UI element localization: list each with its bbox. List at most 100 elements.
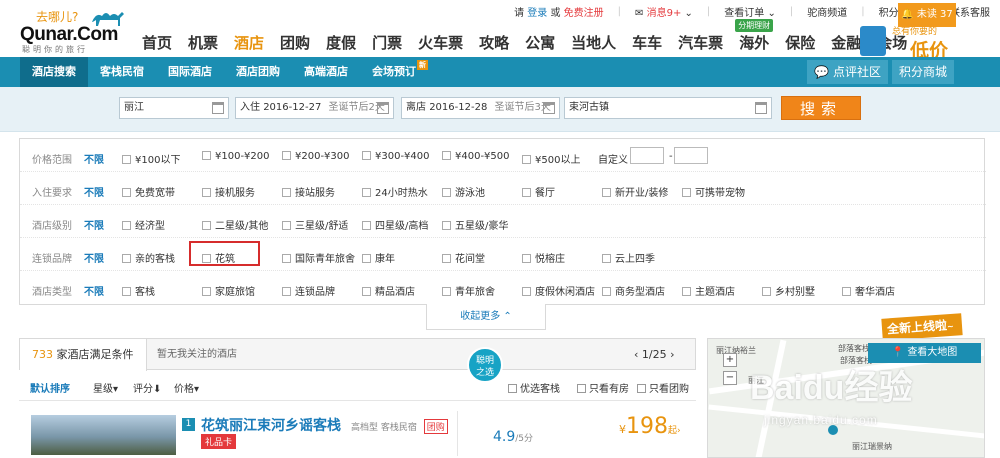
filter-option[interactable]: 可携带宠物 — [682, 184, 745, 199]
filter-option[interactable]: 新开业/装修 — [602, 184, 668, 199]
filter-option[interactable]: 康年 — [362, 250, 395, 265]
checkbox[interactable] — [602, 287, 611, 296]
nav-item-cars[interactable]: 车车 — [624, 32, 670, 53]
checkbox[interactable] — [362, 254, 371, 263]
filter-option[interactable]: 客栈 — [122, 283, 155, 298]
hotel-name-link[interactable]: 花筑丽江束河乡谣客栈 — [201, 415, 341, 435]
checkbox[interactable] — [602, 254, 611, 263]
filter-option[interactable]: 经济型 — [122, 217, 165, 232]
checkin-input[interactable]: 入住 2016-12-27 圣诞节后2天 — [235, 97, 394, 119]
filter-unlimited[interactable]: 不限 — [84, 217, 104, 232]
nav-item-groupbuy[interactable]: 团购 — [272, 32, 318, 53]
filter-option[interactable]: ¥100-¥200 — [202, 151, 270, 162]
checkbox[interactable] — [202, 221, 211, 230]
checkbox[interactable] — [282, 188, 291, 197]
checkbox[interactable] — [442, 221, 451, 230]
chevron-left-icon[interactable]: ‹ — [634, 348, 638, 361]
checkbox[interactable] — [522, 287, 531, 296]
filter-option[interactable]: 度假休闲酒店 — [522, 283, 595, 298]
merchant-link[interactable]: 驼商频道 — [807, 4, 847, 19]
checkbox[interactable] — [522, 188, 531, 197]
filter-option[interactable]: 云上四季 — [602, 250, 655, 265]
checkbox[interactable] — [362, 188, 371, 197]
filter-option[interactable]: 青年旅舍 — [442, 283, 495, 298]
login-link[interactable]: 登录 — [527, 8, 547, 19]
search-button[interactable]: 搜索 — [781, 96, 861, 120]
keyword-input[interactable]: 束河古镇 — [564, 97, 772, 119]
filter-option[interactable]: 五星级/豪华 — [442, 217, 508, 232]
checkbox[interactable] — [362, 221, 371, 230]
checkbox[interactable] — [522, 155, 531, 164]
zoom-out-icon[interactable]: − — [723, 371, 737, 385]
check-groupbuy-only[interactable]: 只看团购 — [637, 380, 689, 395]
checkbox[interactable] — [202, 188, 211, 197]
qunar-logo[interactable]: 去哪儿? Qunar.Com 聪明你的旅行 — [20, 8, 130, 54]
filter-option[interactable]: ¥300-¥400 — [362, 151, 430, 162]
filter-option[interactable]: 游泳池 — [442, 184, 485, 199]
filter-unlimited[interactable]: 不限 — [84, 184, 104, 199]
filter-option[interactable]: 接站服务 — [282, 184, 335, 199]
checkbox[interactable] — [442, 254, 451, 263]
nav-item-guides[interactable]: 攻略 — [471, 32, 517, 53]
subnav-tab-groupbuy[interactable]: 酒店团购 — [224, 57, 292, 87]
checkbox[interactable] — [682, 287, 691, 296]
checkbox[interactable] — [637, 384, 646, 393]
filter-option[interactable]: ¥100以下 — [122, 151, 180, 166]
filter-option[interactable]: 三星级/舒适 — [282, 217, 348, 232]
filter-unlimited[interactable]: 不限 — [84, 151, 104, 166]
checkbox[interactable] — [442, 188, 451, 197]
filter-option[interactable]: 24小时热水 — [362, 184, 428, 199]
checkbox[interactable] — [202, 151, 211, 160]
checkbox[interactable] — [282, 221, 291, 230]
checkbox[interactable] — [122, 287, 131, 296]
city-input[interactable]: 丽江 — [119, 97, 229, 119]
checkbox[interactable] — [442, 151, 451, 160]
checkbox[interactable] — [122, 254, 131, 263]
filter-option[interactable]: 接机服务 — [202, 184, 255, 199]
messages-menu[interactable]: ✉ 消息9+ ⌄ — [635, 4, 693, 19]
checkbox[interactable] — [122, 188, 131, 197]
sort-star[interactable]: 星级▾ — [93, 380, 118, 395]
filter-option[interactable]: 亲的客栈 — [122, 250, 175, 265]
zoom-in-icon[interactable]: + — [723, 353, 737, 367]
checkbox[interactable] — [602, 188, 611, 197]
checkbox[interactable] — [577, 384, 586, 393]
comment-community-button[interactable]: 💬 点评社区 — [807, 60, 888, 84]
filter-option[interactable]: 乡村别墅 — [762, 283, 815, 298]
points-mall-button[interactable]: 积分商城 — [891, 60, 954, 84]
filter-option[interactable]: 花间堂 — [442, 250, 485, 265]
checkbox[interactable] — [282, 151, 291, 160]
filter-option[interactable]: 奢华酒店 — [842, 283, 895, 298]
nav-item-bus[interactable]: 汽车票 — [670, 32, 731, 53]
filter-option[interactable]: ¥200-¥300 — [282, 151, 350, 162]
checkbox[interactable] — [122, 155, 131, 164]
subnav-tab-luxury[interactable]: 高端酒店 — [292, 57, 360, 87]
checkbox[interactable] — [282, 287, 291, 296]
subnav-tab-inns[interactable]: 客栈民宿 — [88, 57, 156, 87]
filter-option[interactable]: 家庭旅馆 — [202, 283, 255, 298]
nav-item-hotels[interactable]: 酒店 — [226, 32, 272, 53]
checkbox[interactable] — [442, 287, 451, 296]
chevron-right-icon[interactable]: › — [670, 348, 674, 361]
subnav-tab-international[interactable]: 国际酒店 — [156, 57, 224, 87]
checkbox[interactable] — [842, 287, 851, 296]
register-link[interactable]: 免费注册 — [564, 8, 604, 19]
check-preferred-inn[interactable]: 优选客栈 — [508, 380, 560, 395]
collapse-more-button[interactable]: 收起更多 ⌃ — [426, 304, 546, 330]
checkbox[interactable] — [682, 188, 691, 197]
nav-item-tickets[interactable]: 门票 — [364, 32, 410, 53]
custom-price-max-input[interactable] — [674, 147, 708, 164]
filter-option[interactable]: 商务型酒店 — [602, 283, 665, 298]
nav-item-locals[interactable]: 当地人 — [563, 32, 624, 53]
contact-link[interactable]: 联系客服 — [950, 4, 990, 19]
filter-option[interactable]: 国际青年旅舍 — [282, 250, 355, 265]
filter-option[interactable]: ¥400-¥500 — [442, 151, 510, 162]
filter-option[interactable]: 免费宽带 — [122, 184, 175, 199]
hotel-price[interactable]: ¥198起› — [619, 414, 681, 439]
filter-option[interactable]: 悦榕庄 — [522, 250, 565, 265]
tab-matching-hotels[interactable]: 733 家酒店满足条件 — [20, 339, 147, 371]
checkbox[interactable] — [202, 287, 211, 296]
filter-option[interactable]: 连锁品牌 — [282, 283, 335, 298]
hotel-photo[interactable] — [31, 415, 176, 455]
filter-unlimited[interactable]: 不限 — [84, 283, 104, 298]
